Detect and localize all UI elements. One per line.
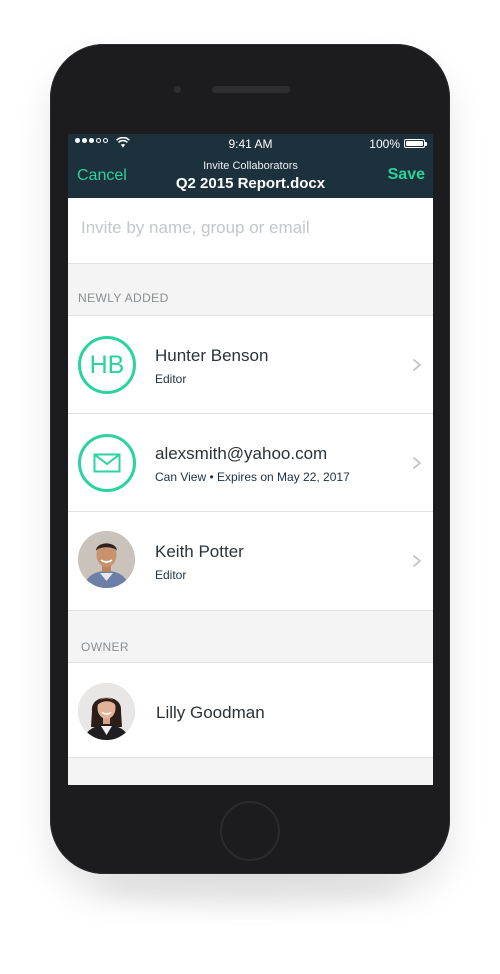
nav-title: Q2 2015 Report.docx <box>175 175 326 192</box>
save-button[interactable]: Save <box>388 166 425 184</box>
invite-search-bar <box>68 198 433 264</box>
section-header-label: OWNER <box>81 640 129 654</box>
phone-shadow <box>95 868 405 908</box>
collaborator-role: Can View • Expires on May 22, 2017 <box>155 470 350 484</box>
battery-icon <box>404 139 427 148</box>
avatar-initials: HB <box>89 350 125 379</box>
mail-icon <box>93 453 121 473</box>
home-button[interactable] <box>220 801 280 861</box>
collaborator-role: Editor <box>155 568 187 582</box>
navigation-bar: Cancel Invite Collaborators Q2 2015 Repo… <box>68 153 433 198</box>
collaborator-name: Hunter Benson <box>155 346 269 365</box>
initials-avatar: HB <box>78 336 136 394</box>
status-bar: 9:41 AM 100% <box>68 134 433 153</box>
collaborator-name: Keith Potter <box>155 542 244 561</box>
earpiece-speaker <box>212 86 290 93</box>
photo-avatar <box>78 531 135 588</box>
chevron-right-icon <box>413 359 421 371</box>
nav-subtitle: Invite Collaborators <box>203 160 298 172</box>
section-header-owner: OWNER <box>68 610 433 663</box>
list-footer <box>68 758 433 785</box>
invite-input[interactable] <box>81 218 411 238</box>
collaborator-row-email[interactable]: alexsmith@yahoo.com Can View • Expires o… <box>68 414 433 512</box>
section-header-label: NEWLY ADDED <box>78 291 169 305</box>
collaborator-role: Editor <box>155 372 187 386</box>
owner-name: Lilly Goodman <box>156 703 265 722</box>
battery-percentage: 100% <box>369 137 400 151</box>
collaborator-row-hunter-benson[interactable]: HB Hunter Benson Editor <box>68 316 433 414</box>
photo-avatar <box>78 683 135 740</box>
mail-avatar <box>78 434 136 492</box>
app-screen: 9:41 AM 100% Cancel Invite Collaborators… <box>68 134 433 785</box>
chevron-right-icon <box>413 555 421 567</box>
chevron-right-icon <box>413 457 421 469</box>
front-camera <box>174 86 181 93</box>
collaborator-name: alexsmith@yahoo.com <box>155 444 328 463</box>
collaborator-row-keith-potter[interactable]: Keith Potter Editor <box>68 512 433 610</box>
section-header-newly-added: NEWLY ADDED <box>68 264 433 316</box>
owner-row-lilly-goodman: Lilly Goodman <box>68 663 433 758</box>
